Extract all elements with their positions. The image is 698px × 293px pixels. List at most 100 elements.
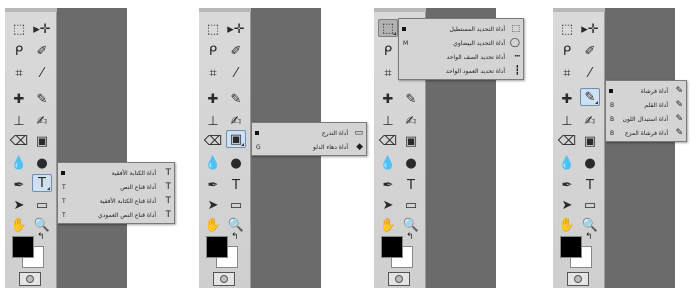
- crop-icon[interactable]: ⌗: [9, 64, 29, 82]
- path-select-icon[interactable]: ➤: [203, 196, 223, 214]
- hand-icon[interactable]: ✋: [557, 216, 577, 234]
- foreground-color-swatch[interactable]: [381, 236, 403, 258]
- type-icon[interactable]: T: [401, 176, 421, 194]
- quick-select-icon[interactable]: ✐: [226, 42, 246, 60]
- crop-icon[interactable]: ⌗: [203, 64, 223, 82]
- eraser-icon[interactable]: ⌫: [378, 132, 398, 150]
- gradient-icon[interactable]: ▣: [226, 130, 246, 148]
- eraser-icon[interactable]: ⌫: [557, 132, 577, 150]
- eyedropper-icon[interactable]: ⁄: [226, 64, 246, 82]
- quick-mask-button[interactable]: [19, 272, 41, 286]
- quick-mask-button[interactable]: [388, 272, 410, 286]
- quick-mask-button[interactable]: [567, 272, 589, 286]
- flyout-item-gradient[interactable]: أداة التدرج ▭: [252, 126, 366, 140]
- swap-colors-icon[interactable]: ↰: [231, 232, 239, 242]
- flyout-item-single-row-marquee[interactable]: أداة تحديد الصف الواحد ┅: [399, 50, 523, 64]
- history-brush-icon[interactable]: ✍: [32, 112, 52, 130]
- pen-icon[interactable]: ✒: [378, 176, 398, 194]
- flyout-item-horizontal-type[interactable]: أداة الكتابة الأفقية T: [58, 166, 174, 180]
- stamp-icon[interactable]: ⊥: [9, 112, 29, 130]
- dodge-icon[interactable]: ●: [32, 154, 52, 172]
- pen-icon[interactable]: ✒: [557, 176, 577, 194]
- type-icon[interactable]: T: [226, 176, 246, 194]
- foreground-color-swatch[interactable]: [560, 236, 582, 258]
- shape-icon[interactable]: ▭: [32, 196, 52, 214]
- pen-icon[interactable]: ✒: [9, 176, 29, 194]
- move-icon[interactable]: ▸✛: [226, 20, 246, 38]
- dodge-icon[interactable]: ●: [580, 154, 600, 172]
- type-icon[interactable]: T: [580, 176, 600, 194]
- lasso-icon[interactable]: ᑭ: [9, 42, 29, 60]
- stamp-icon[interactable]: ⊥: [378, 112, 398, 130]
- healing-icon[interactable]: ✚: [203, 90, 223, 108]
- marquee-icon[interactable]: ⬚: [203, 20, 223, 38]
- brush-icon[interactable]: ✎: [226, 90, 246, 108]
- gradient-icon[interactable]: ▣: [32, 132, 52, 150]
- quick-select-icon[interactable]: ✐: [32, 42, 52, 60]
- swap-colors-icon[interactable]: ↰: [585, 232, 593, 242]
- eraser-icon[interactable]: ⌫: [9, 132, 29, 150]
- path-select-icon[interactable]: ➤: [378, 196, 398, 214]
- paint-bucket-icon: ◆: [356, 141, 363, 152]
- marquee-icon[interactable]: ⬚: [557, 20, 577, 38]
- gradient-icon[interactable]: ▣: [401, 132, 421, 150]
- flyout-item-paint-bucket[interactable]: G أداة دهاء الدلو ◆: [252, 140, 366, 154]
- flyout-item-rectangular-marquee[interactable]: أداة التحديد المستطيل ⬚: [399, 22, 523, 36]
- eraser-icon[interactable]: ⌫: [203, 132, 223, 150]
- flyout-item-pencil[interactable]: B أداة القلم ✎: [606, 98, 686, 112]
- swap-colors-icon[interactable]: ↰: [406, 232, 414, 242]
- stamp-icon[interactable]: ⊥: [203, 112, 223, 130]
- shape-icon[interactable]: ▭: [226, 196, 246, 214]
- foreground-color-swatch[interactable]: [12, 236, 34, 258]
- swap-colors-icon[interactable]: ↰: [37, 232, 45, 242]
- move-icon[interactable]: ▸✛: [580, 20, 600, 38]
- flyout-item-vertical-type-mask[interactable]: T أداة قناع النص العمودي T: [58, 208, 174, 222]
- flyout-item-single-column-marquee[interactable]: أداة تحديد العمود الواحد ┇: [399, 64, 523, 78]
- pen-icon[interactable]: ✒: [203, 176, 223, 194]
- hand-icon[interactable]: ✋: [9, 216, 29, 234]
- blur-icon[interactable]: 💧: [203, 154, 223, 172]
- shape-icon[interactable]: ▭: [580, 196, 600, 214]
- hand-icon[interactable]: ✋: [203, 216, 223, 234]
- healing-icon[interactable]: ✚: [557, 90, 577, 108]
- stamp-icon[interactable]: ⊥: [557, 112, 577, 130]
- quick-select-icon[interactable]: ✐: [580, 42, 600, 60]
- type-icon[interactable]: T: [32, 174, 52, 192]
- healing-icon[interactable]: ✚: [9, 90, 29, 108]
- crop-icon[interactable]: ⌗: [557, 64, 577, 82]
- crop-icon[interactable]: ⌗: [378, 64, 398, 82]
- blur-icon[interactable]: 💧: [378, 154, 398, 172]
- history-brush-icon[interactable]: ✍: [401, 112, 421, 130]
- history-brush-icon[interactable]: ✍: [226, 112, 246, 130]
- dodge-icon[interactable]: ●: [401, 154, 421, 172]
- marquee-icon[interactable]: ⬚: [9, 20, 29, 38]
- flyout-item-mixer-brush[interactable]: B أداة فرشاة المزج ✎: [606, 126, 686, 140]
- gradient-icon[interactable]: ▣: [580, 132, 600, 150]
- flyout-item-elliptical-marquee[interactable]: M أداة التحديد البيضاوي ◯: [399, 36, 523, 50]
- blur-icon[interactable]: 💧: [9, 154, 29, 172]
- foreground-color-swatch[interactable]: [206, 236, 228, 258]
- brush-icon[interactable]: ✎: [580, 88, 600, 106]
- lasso-icon[interactable]: ᑭ: [203, 42, 223, 60]
- eyedropper-icon[interactable]: ⁄: [580, 64, 600, 82]
- flyout-item-brush[interactable]: أداة فرشاة ✎: [606, 84, 686, 98]
- healing-icon[interactable]: ✚: [378, 90, 398, 108]
- move-icon[interactable]: ▸✛: [32, 20, 52, 38]
- flyout-item-color-replacement[interactable]: B أداة استبدال اللون ✎: [606, 112, 686, 126]
- blur-icon[interactable]: 💧: [557, 154, 577, 172]
- quick-mask-button[interactable]: [213, 272, 235, 286]
- brush-icon[interactable]: ✎: [32, 90, 52, 108]
- eyedropper-icon[interactable]: ⁄: [32, 64, 52, 82]
- marquee-icon[interactable]: ⬚: [378, 19, 398, 37]
- shape-icon[interactable]: ▭: [401, 196, 421, 214]
- lasso-icon[interactable]: ᑭ: [378, 42, 398, 60]
- hand-icon[interactable]: ✋: [378, 216, 398, 234]
- lasso-icon[interactable]: ᑭ: [557, 42, 577, 60]
- path-select-icon[interactable]: ➤: [9, 196, 29, 214]
- history-brush-icon[interactable]: ✍: [580, 112, 600, 130]
- dodge-icon[interactable]: ●: [226, 154, 246, 172]
- brush-icon[interactable]: ✎: [401, 90, 421, 108]
- path-select-icon[interactable]: ➤: [557, 196, 577, 214]
- flyout-item-text-mask[interactable]: T أداة قناع النص T: [58, 180, 174, 194]
- flyout-item-horizontal-type-mask[interactable]: T أداة قناع الكتابة الأفقية T: [58, 194, 174, 208]
